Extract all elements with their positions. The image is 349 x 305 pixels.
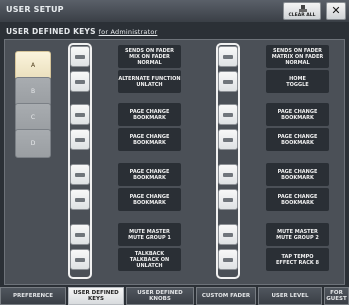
left-user-key-7[interactable] <box>70 224 90 245</box>
tab-user-defined-keys[interactable]: USER DEFINED KEYS <box>68 287 124 305</box>
function-line3: UNLATCH <box>136 262 163 269</box>
left-key-function-7[interactable]: MUTE MASTER MUTE GROUP 1 <box>118 223 181 246</box>
function-line2: BOOKMARK <box>281 174 314 181</box>
left-key-function-3[interactable]: PAGE CHANGE BOOKMARK <box>118 103 181 126</box>
level-a-button[interactable]: A <box>15 51 51 80</box>
tab-preference[interactable]: PREFERENCE <box>0 287 66 305</box>
function-line2: EFFECT RACK 8 <box>276 259 319 266</box>
tab-user-level[interactable]: USER LEVEL <box>258 287 322 305</box>
right-user-key-7[interactable] <box>218 224 238 245</box>
page-title: USER DEFINED KEYS for Administrator <box>6 27 157 36</box>
right-user-key-1[interactable] <box>218 46 238 67</box>
close-button[interactable]: ✕ <box>326 2 346 20</box>
left-user-key-3[interactable] <box>70 104 90 125</box>
window-title: USER SETUP <box>6 5 64 14</box>
right-key-function-3[interactable]: PAGE CHANGE BOOKMARK <box>266 103 329 126</box>
left-key-function-2[interactable]: ALTERNATE FUNCTION UNLATCH <box>118 70 181 93</box>
tab-label-line2: GUEST <box>326 296 347 302</box>
clear-all-button[interactable]: CLEAR ALL <box>283 2 321 20</box>
right-user-key-6[interactable] <box>218 189 238 210</box>
level-b-button[interactable]: B <box>15 77 51 106</box>
function-line3: NORMAL <box>285 59 310 66</box>
right-user-key-5[interactable] <box>218 164 238 185</box>
tab-label-line2: KNOBS <box>149 296 171 302</box>
left-key-function-5[interactable]: PAGE CHANGE BOOKMARK <box>118 163 181 186</box>
right-key-function-8[interactable]: TAP TEMPO EFFECT RACK 8 <box>266 248 329 271</box>
right-user-key-4[interactable] <box>218 129 238 150</box>
function-line2: BOOKMARK <box>133 174 166 181</box>
right-user-key-3[interactable] <box>218 104 238 125</box>
level-c-button[interactable]: C <box>15 103 51 132</box>
right-key-function-7[interactable]: MUTE MASTER MUTE GROUP 2 <box>266 223 329 246</box>
right-key-function-5[interactable]: PAGE CHANGE BOOKMARK <box>266 163 329 186</box>
left-key-function-1[interactable]: SENDS ON FADER MIX ON FADER NORMAL <box>118 45 181 68</box>
function-line2: MUTE GROUP 2 <box>276 234 319 241</box>
left-user-key-6[interactable] <box>70 189 90 210</box>
function-line2: BOOKMARK <box>281 114 314 121</box>
function-line2: BOOKMARK <box>133 114 166 121</box>
clear-icon <box>299 5 307 12</box>
tab-user-defined-knobs[interactable]: USER DEFINED KNOBS <box>126 287 194 305</box>
left-user-key-1[interactable] <box>70 46 90 67</box>
right-key-function-4[interactable]: PAGE CHANGE BOOKMARK <box>266 128 329 151</box>
function-line2: BOOKMARK <box>133 199 166 206</box>
clear-all-label: CLEAR ALL <box>288 13 316 18</box>
tab-custom-fader[interactable]: CUSTOM FADER <box>196 287 256 305</box>
left-user-key-8[interactable] <box>70 249 90 270</box>
right-key-function-6[interactable]: PAGE CHANGE BOOKMARK <box>266 188 329 211</box>
function-line2: TOGGLE <box>286 81 309 88</box>
left-key-function-6[interactable]: PAGE CHANGE BOOKMARK <box>118 188 181 211</box>
function-line2: MUTE GROUP 1 <box>128 234 171 241</box>
left-key-function-8[interactable]: TALKBACK TALKBACK ON UNLATCH <box>118 248 181 271</box>
user-setup-window: USER SETUP CLEAR ALL ✕ USER DEFINED KEYS… <box>0 0 349 305</box>
tab-label-line2: KEYS <box>88 296 104 302</box>
tab-label: PREFERENCE <box>13 293 53 299</box>
function-line2: BOOKMARK <box>133 139 166 146</box>
left-user-key-4[interactable] <box>70 129 90 150</box>
tab-bar: PREFERENCE USER DEFINED KEYS USER DEFINED… <box>0 287 349 305</box>
for-admin-label: for Administrator <box>98 28 158 36</box>
title-bar: USER SETUP CLEAR ALL ✕ <box>0 0 349 22</box>
function-line2: UNLATCH <box>136 81 163 88</box>
tab-label: USER LEVEL <box>271 293 309 299</box>
left-user-key-2[interactable] <box>70 71 90 92</box>
level-d-button[interactable]: D <box>15 129 51 158</box>
right-key-function-2[interactable]: HOME TOGGLE <box>266 70 329 93</box>
left-key-function-4[interactable]: PAGE CHANGE BOOKMARK <box>118 128 181 151</box>
right-user-key-2[interactable] <box>218 71 238 92</box>
right-key-function-1[interactable]: SENDS ON FADER MATRIX ON FADER NORMAL <box>266 45 329 68</box>
left-user-key-5[interactable] <box>70 164 90 185</box>
function-line2: BOOKMARK <box>281 139 314 146</box>
function-line3: NORMAL <box>137 59 162 66</box>
function-line2: BOOKMARK <box>281 199 314 206</box>
section-label: USER DEFINED KEYS <box>6 27 96 36</box>
right-user-key-8[interactable] <box>218 249 238 270</box>
tab-for-guest[interactable]: FOR GUEST <box>324 287 349 305</box>
tab-label: CUSTOM FADER <box>201 293 251 299</box>
